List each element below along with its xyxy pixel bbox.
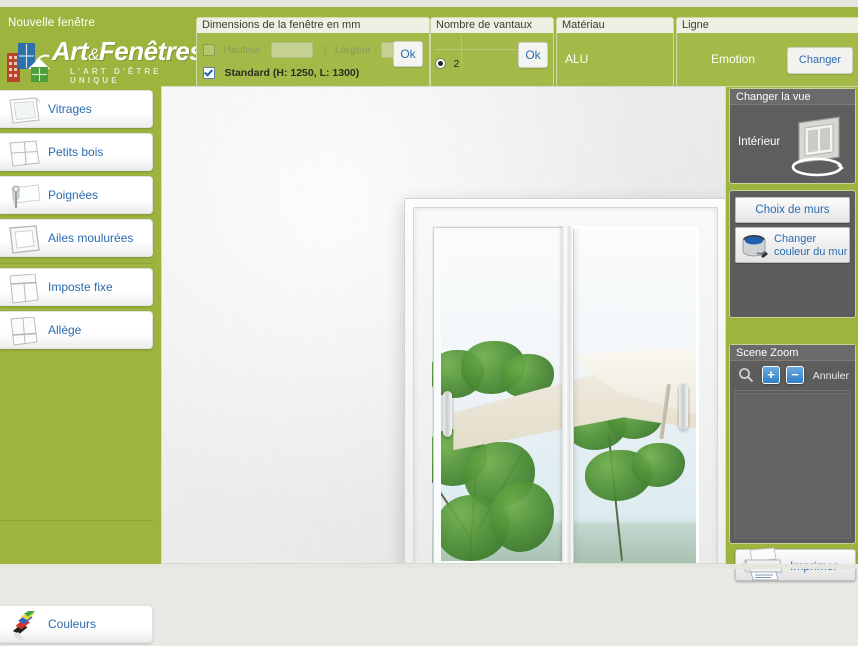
preview-canvas[interactable] (161, 86, 726, 564)
window-transom-icon (6, 273, 44, 304)
dimensions-group-title: Dimensions de la fenêtre en mm (197, 18, 429, 33)
largeur-label: Largeur : (334, 43, 377, 56)
dimensions-group: Dimensions de la fenêtre en mm Hauteur :… (196, 17, 430, 87)
changer-couleur-mur-label: Changer couleur du mur (774, 233, 848, 258)
window-handle-left[interactable] (443, 391, 452, 438)
logo-ampersand: & (88, 45, 99, 64)
sidebar-item-imposte-fixe[interactable]: Imposte fixe (0, 268, 153, 306)
sidebar-item-allege[interactable]: Allège (0, 311, 153, 349)
sidebar-item-label: Vitrages (48, 102, 92, 116)
materiau-group: Matériau ALU (556, 17, 674, 87)
sidebar-item-label: Poignées (48, 188, 99, 202)
vantaux-ok-button[interactable]: Ok (518, 42, 548, 68)
window-glass-area (432, 226, 699, 563)
left-sidebar: Vitrages Petits bois Poignées Ailes moul… (0, 86, 157, 643)
zoom-thumbnail-area[interactable] (734, 393, 851, 539)
window-grid-icon (6, 139, 44, 169)
page-title: Nouvelle fenêtre (8, 17, 95, 29)
choix-de-murs-button[interactable]: Choix de murs (735, 197, 850, 223)
logo-word-art: Art (52, 36, 89, 66)
zoom-in-button[interactable]: + (762, 366, 780, 384)
magnifier-icon (738, 367, 754, 388)
ligne-value: Emotion (711, 52, 756, 66)
window-handle-right[interactable] (679, 384, 688, 431)
sidebar-item-vitrages[interactable]: Vitrages (0, 90, 153, 128)
zoom-panel-divider (734, 390, 851, 391)
view-panel-title: Changer la vue (730, 89, 855, 105)
logo-word-fenetres: Fenêtres (98, 36, 204, 66)
ligne-group-title: Ligne (677, 18, 858, 33)
hauteur-label: Hauteur : (223, 43, 267, 56)
scene-zoom-panel: Scene Zoom + − Annuler (729, 344, 856, 544)
custom-dimensions-checkbox[interactable] (203, 43, 215, 56)
sidebar-item-petits-bois[interactable]: Petits bois (0, 133, 153, 171)
window-mullion (561, 226, 570, 563)
view-current-value: Intérieur (738, 136, 781, 148)
vantaux-group: Nombre de vantaux 2 Ok (430, 17, 554, 87)
sidebar-item-couleurs[interactable]: Couleurs (0, 605, 153, 643)
ligne-change-button[interactable]: Changer (787, 47, 853, 74)
vantaux-group-title: Nombre de vantaux (431, 18, 553, 33)
zoom-cancel-button[interactable]: Annuler (813, 370, 849, 382)
walls-panel: Choix de murs Changer couleur du mur (729, 190, 856, 318)
ligne-group: Ligne Emotion Changer (676, 17, 858, 87)
hauteur-input[interactable] (271, 41, 314, 58)
window-moulding-icon (6, 225, 44, 255)
sidebar-item-label: Allège (48, 323, 82, 337)
paint-bucket-icon (739, 231, 771, 261)
scene-zoom-title: Scene Zoom (730, 345, 855, 361)
sidebar-divider-bottom (0, 520, 153, 521)
window-sill-icon (6, 316, 44, 347)
window-product-render[interactable] (404, 198, 725, 563)
sidebar-item-poignees[interactable]: Poignées (0, 176, 153, 214)
sidebar-divider (0, 263, 153, 264)
building-window-logo-icon (6, 39, 52, 83)
sidebar-item-label: Ailes moulurées (48, 231, 134, 245)
standard-dimensions-checkbox[interactable] (203, 66, 215, 79)
logo-tagline: L'ART D'ÊTRE UNIQUE (70, 67, 162, 85)
sidebar-item-label: Imposte fixe (48, 280, 113, 294)
top-strip (0, 0, 858, 7)
scene-zoom-controls: + − Annuler (730, 361, 855, 389)
dimensions-ok-button[interactable]: Ok (393, 41, 423, 67)
window-rotate-icon[interactable] (783, 109, 849, 179)
zoom-out-button[interactable]: − (786, 366, 804, 384)
vantaux-radio-2[interactable] (435, 58, 446, 70)
choix-de-murs-label: Choix de murs (755, 204, 830, 216)
field-separator: | (323, 43, 327, 56)
standard-dimensions-label: Standard (H: 1250, L: 1300) (224, 66, 360, 79)
bottom-strip (0, 564, 858, 569)
sidebar-item-label: Petits bois (48, 145, 104, 159)
window-pane-icon (6, 96, 44, 126)
brand-logo: Art&Fenêtres L'ART D'ÊTRE UNIQUE (4, 35, 204, 85)
window-handle-icon (6, 182, 44, 212)
view-panel: Changer la vue Intérieur (729, 88, 856, 184)
materiau-value[interactable]: ALU (565, 52, 588, 66)
right-sidebar: Changer la vue Intérieur Choix de murs C… (727, 86, 858, 581)
window-sash-left[interactable] (434, 228, 573, 563)
vantaux-radio-2-label: 2 (453, 57, 460, 70)
app-header: Nouvelle fenêtre Art&Fenêtres L'ART D'ÊT… (0, 7, 858, 87)
logo-wordmark: Art&Fenêtres (52, 36, 204, 67)
sidebar-item-ailes-moulurees[interactable]: Ailes moulurées (0, 219, 153, 257)
window-inner-frame (413, 207, 718, 563)
materiau-group-title: Matériau (557, 18, 673, 33)
color-palette-icon (6, 608, 44, 643)
changer-couleur-mur-button[interactable]: Changer couleur du mur (735, 227, 850, 263)
application-window: Nouvelle fenêtre Art&Fenêtres L'ART D'ÊT… (0, 0, 858, 643)
sidebar-item-label: Couleurs (48, 617, 97, 631)
